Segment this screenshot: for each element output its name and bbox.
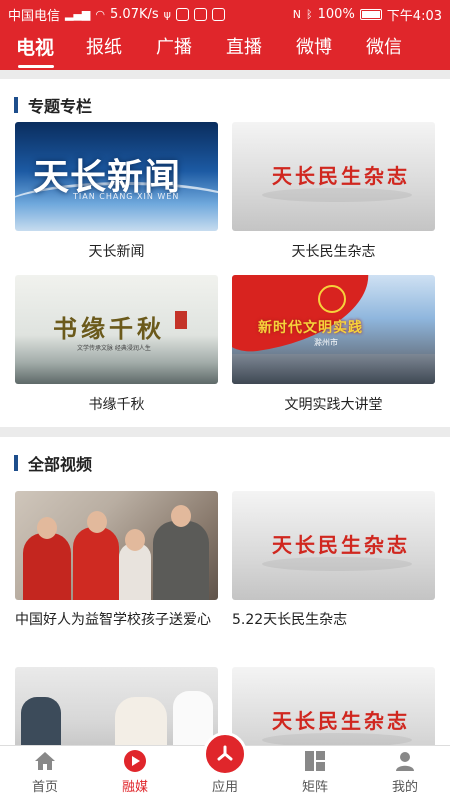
thumbnail-decoration	[262, 188, 412, 202]
section-title: 全部视频	[28, 455, 93, 474]
photo-figure	[153, 521, 209, 600]
net-speed: 5.07K/s	[110, 6, 159, 22]
thumbnail-title: 天长民生杂志	[272, 709, 410, 733]
nav-apps[interactable]: 应用	[180, 732, 270, 800]
photo-head	[37, 517, 57, 539]
wifi-icon: ◠	[95, 7, 106, 21]
app-notification-icon	[211, 7, 225, 21]
tab-live[interactable]: 直播	[226, 28, 296, 70]
tab-weibo[interactable]: 微博	[296, 28, 366, 70]
all-videos-section: 全部视频 中国好人为益智学校孩子送爱心 天长民生杂志 5.22天长民生杂志 天长…	[0, 437, 450, 745]
photo-head	[87, 511, 107, 533]
video-card[interactable]: 中国好人为益智学校孩子送爱心	[15, 491, 218, 630]
city-graphic	[232, 354, 435, 384]
thumbnail-subtitle: 文学传承文脉 经典浸润人生	[77, 345, 151, 352]
nav-label: 矩阵	[301, 780, 328, 795]
thumbnail-title: 天长民生杂志	[272, 164, 410, 188]
home-icon	[33, 749, 57, 773]
video-thumbnail[interactable]: 天长民生杂志	[232, 667, 435, 745]
video-thumbnail[interactable]	[15, 491, 218, 600]
nfc-icon: N	[292, 7, 302, 21]
column-label[interactable]: 天长新闻	[15, 241, 218, 261]
photo-figure	[173, 691, 213, 745]
column-card[interactable]: 天长新闻 TIAN CHANG XIN WEN 天长新闻	[15, 122, 218, 261]
special-columns-section: 专题专栏 天长新闻 TIAN CHANG XIN WEN 天长新闻 天长民生杂志…	[0, 79, 450, 427]
apps-icon	[203, 732, 247, 776]
nav-media[interactable]: 融媒	[90, 746, 180, 800]
flag-graphic	[232, 275, 377, 356]
tab-newspaper[interactable]: 报纸	[86, 28, 156, 70]
video-card[interactable]	[15, 667, 218, 745]
video-title[interactable]: 中国好人为益智学校孩子送爱心	[15, 610, 218, 630]
matrix-icon	[303, 749, 327, 773]
bluetooth-icon: ᛒ	[306, 7, 313, 21]
thumbnail-title: 天长民生杂志	[272, 533, 410, 557]
thumbnail-title: 书缘千秋	[53, 314, 165, 343]
photo-figure	[21, 697, 61, 745]
section-heading: 专题专栏	[14, 93, 92, 117]
seal-stamp	[175, 311, 187, 329]
column-thumbnail[interactable]: 新时代文明实践 滁州市	[232, 275, 435, 384]
status-bar: 中国电信 ▂▄▆ ◠ 5.07K/s ψ N ᛒ 100% 下午4:03	[0, 0, 450, 28]
carrier-name: 中国电信	[8, 8, 61, 24]
video-thumbnail[interactable]	[15, 667, 218, 745]
thumbnail-title: 新时代文明实践	[258, 320, 363, 336]
column-thumbnail[interactable]: 书缘千秋 文学传承文脉 经典浸润人生	[15, 275, 218, 384]
video-title[interactable]: 5.22天长民生杂志	[232, 610, 435, 630]
column-label[interactable]: 书缘千秋	[15, 394, 218, 414]
nav-matrix[interactable]: 矩阵	[270, 746, 360, 800]
photo-head	[125, 529, 145, 551]
nav-label: 应用	[211, 780, 238, 795]
photo-figure	[119, 543, 151, 600]
photo-figure	[23, 533, 71, 600]
nav-label: 首页	[31, 780, 58, 795]
signal-icon: ▂▄▆	[65, 7, 91, 21]
profile-icon	[393, 749, 417, 773]
play-icon	[123, 749, 147, 773]
battery-icon	[359, 8, 382, 20]
video-card[interactable]: 天长民生杂志 5.22天长民生杂志	[232, 491, 435, 630]
section-marker	[14, 455, 18, 471]
section-title: 专题专栏	[28, 97, 93, 116]
usb-icon: ψ	[163, 7, 171, 21]
thumbnail-decoration	[262, 733, 412, 745]
clock: 下午4:03	[386, 8, 442, 24]
column-label[interactable]: 天长民生杂志	[232, 241, 435, 261]
column-card[interactable]: 新时代文明实践 滁州市 文明实践大讲堂	[232, 275, 435, 414]
column-thumbnail[interactable]: 天长新闻 TIAN CHANG XIN WEN	[15, 122, 218, 231]
video-thumbnail[interactable]: 天长民生杂志	[232, 491, 435, 600]
column-label[interactable]: 文明实践大讲堂	[232, 394, 435, 414]
section-heading: 全部视频	[14, 451, 92, 475]
photo-figure	[73, 527, 119, 600]
photo-figure	[115, 697, 167, 745]
section-marker	[14, 97, 18, 113]
bottom-nav: 首页 融媒 应用 矩阵 我的	[0, 732, 450, 800]
top-tab-bar: 电视 报纸 广播 直播 微博 微信	[0, 28, 450, 70]
column-card[interactable]: 书缘千秋 文学传承文脉 经典浸润人生 书缘千秋	[15, 275, 218, 414]
tab-wechat[interactable]: 微信	[366, 28, 436, 70]
column-thumbnail[interactable]: 天长民生杂志	[232, 122, 435, 231]
photo-head	[171, 505, 191, 527]
emblem-graphic	[318, 285, 346, 313]
app-notification-icon	[175, 7, 189, 21]
tab-tv[interactable]: 电视	[16, 28, 86, 70]
battery-percent: 100%	[317, 6, 355, 22]
thumbnail-decoration	[262, 557, 412, 571]
thumbnail-subtitle: TIAN CHANG XIN WEN	[73, 192, 180, 201]
nav-profile[interactable]: 我的	[360, 746, 450, 800]
app-notification-icon	[193, 7, 207, 21]
nav-label: 融媒	[121, 780, 148, 795]
column-card[interactable]: 天长民生杂志 天长民生杂志	[232, 122, 435, 261]
video-card[interactable]: 天长民生杂志	[232, 667, 435, 745]
nav-home[interactable]: 首页	[0, 746, 90, 800]
tab-radio[interactable]: 广播	[156, 28, 226, 70]
thumbnail-subtitle: 滁州市	[314, 338, 338, 347]
nav-label: 我的	[391, 780, 418, 795]
